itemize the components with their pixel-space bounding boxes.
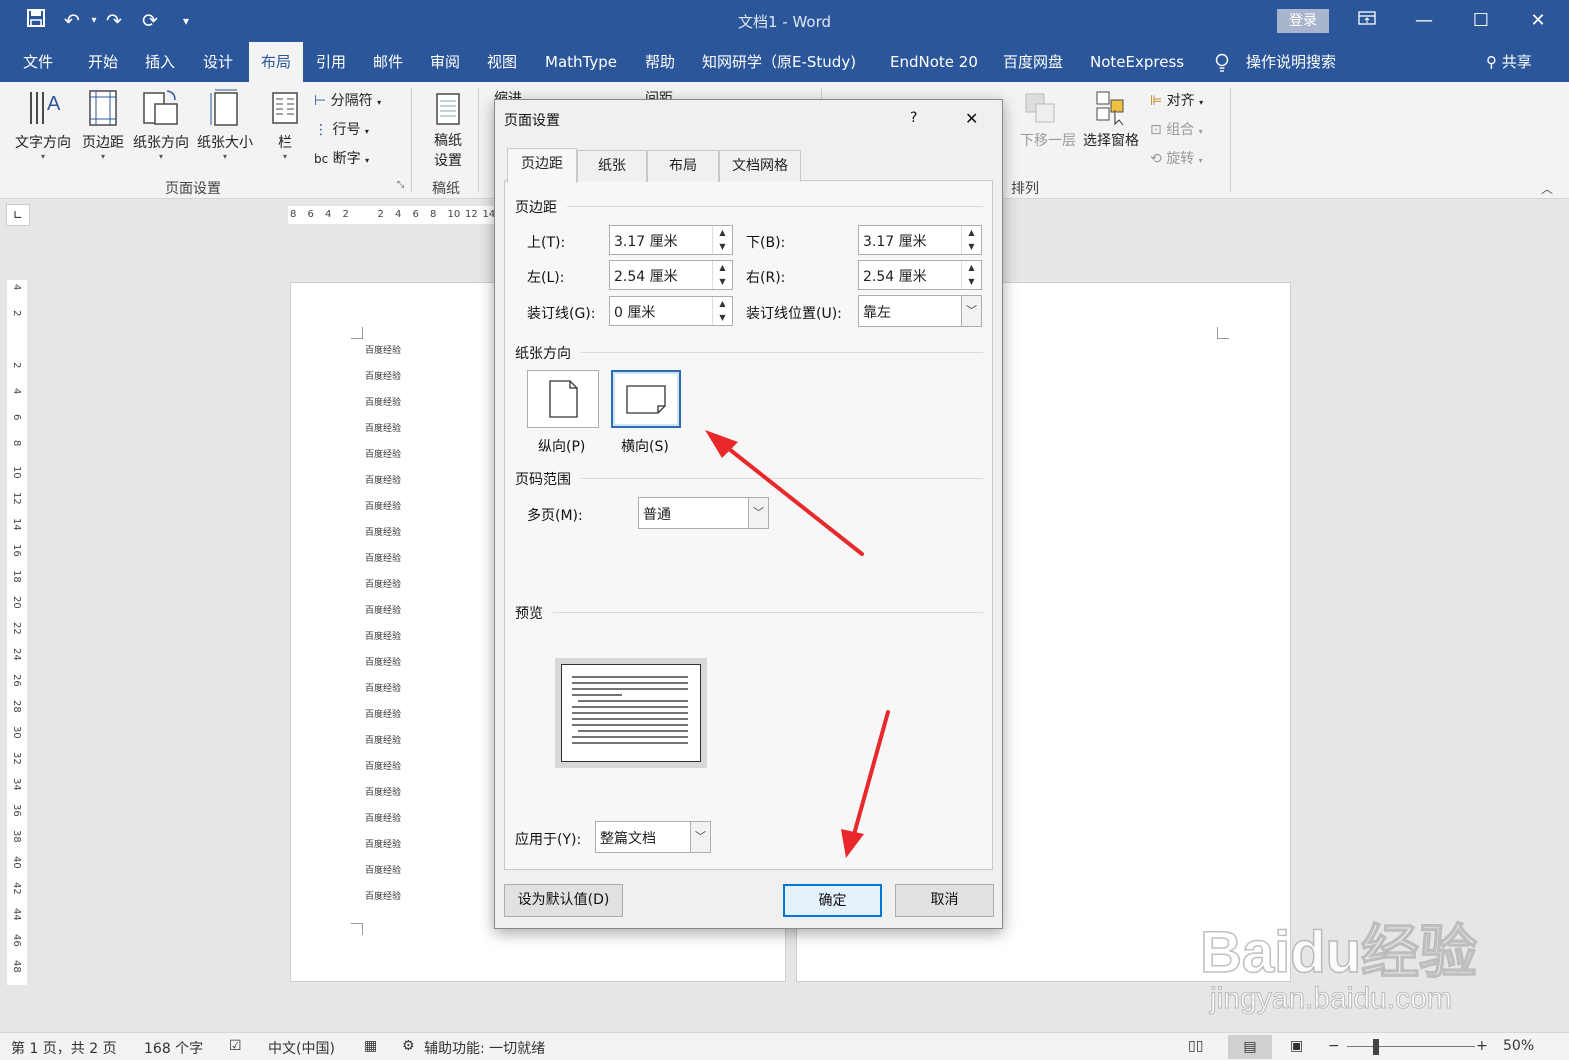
zoom-slider-thumb[interactable] bbox=[1373, 1039, 1379, 1055]
baidu-watermark-url: jingyan.baidu.com bbox=[1210, 982, 1453, 1016]
annotation-arrow-ok bbox=[841, 710, 890, 858]
read-mode-icon[interactable]: ▯▯ bbox=[1188, 1038, 1203, 1054]
zoom-slider[interactable] bbox=[1347, 1046, 1475, 1047]
macro-icon[interactable]: ▦ bbox=[364, 1038, 377, 1054]
annotation-arrows bbox=[705, 430, 890, 858]
baidu-watermark: Baidu经验 bbox=[1199, 919, 1478, 986]
accessibility-status[interactable]: 辅助功能: 一切就绪 bbox=[424, 1038, 545, 1058]
language[interactable]: 中文(中国) bbox=[268, 1038, 335, 1058]
status-bar: 第 1 页，共 2 页 168 个字 ☑ 中文(中国) ▦ ⚙ 辅助功能: 一切… bbox=[0, 1032, 1569, 1060]
zoom-in-icon[interactable]: + bbox=[1476, 1038, 1488, 1054]
zoom-level[interactable]: 50% bbox=[1503, 1038, 1534, 1054]
web-layout-icon[interactable]: ▣ bbox=[1290, 1038, 1303, 1054]
zoom-out-icon[interactable]: − bbox=[1328, 1038, 1340, 1054]
accessibility-icon[interactable]: ⚙ bbox=[402, 1038, 415, 1054]
page-count[interactable]: 第 1 页，共 2 页 bbox=[11, 1038, 117, 1058]
annotation-arrow-landscape bbox=[705, 430, 864, 556]
print-layout-icon[interactable]: ▤ bbox=[1228, 1035, 1272, 1059]
tab-margins[interactable]: 页边距 bbox=[507, 148, 577, 183]
word-count[interactable]: 168 个字 bbox=[144, 1038, 203, 1058]
proofing-icon[interactable]: ☑ bbox=[229, 1038, 242, 1054]
